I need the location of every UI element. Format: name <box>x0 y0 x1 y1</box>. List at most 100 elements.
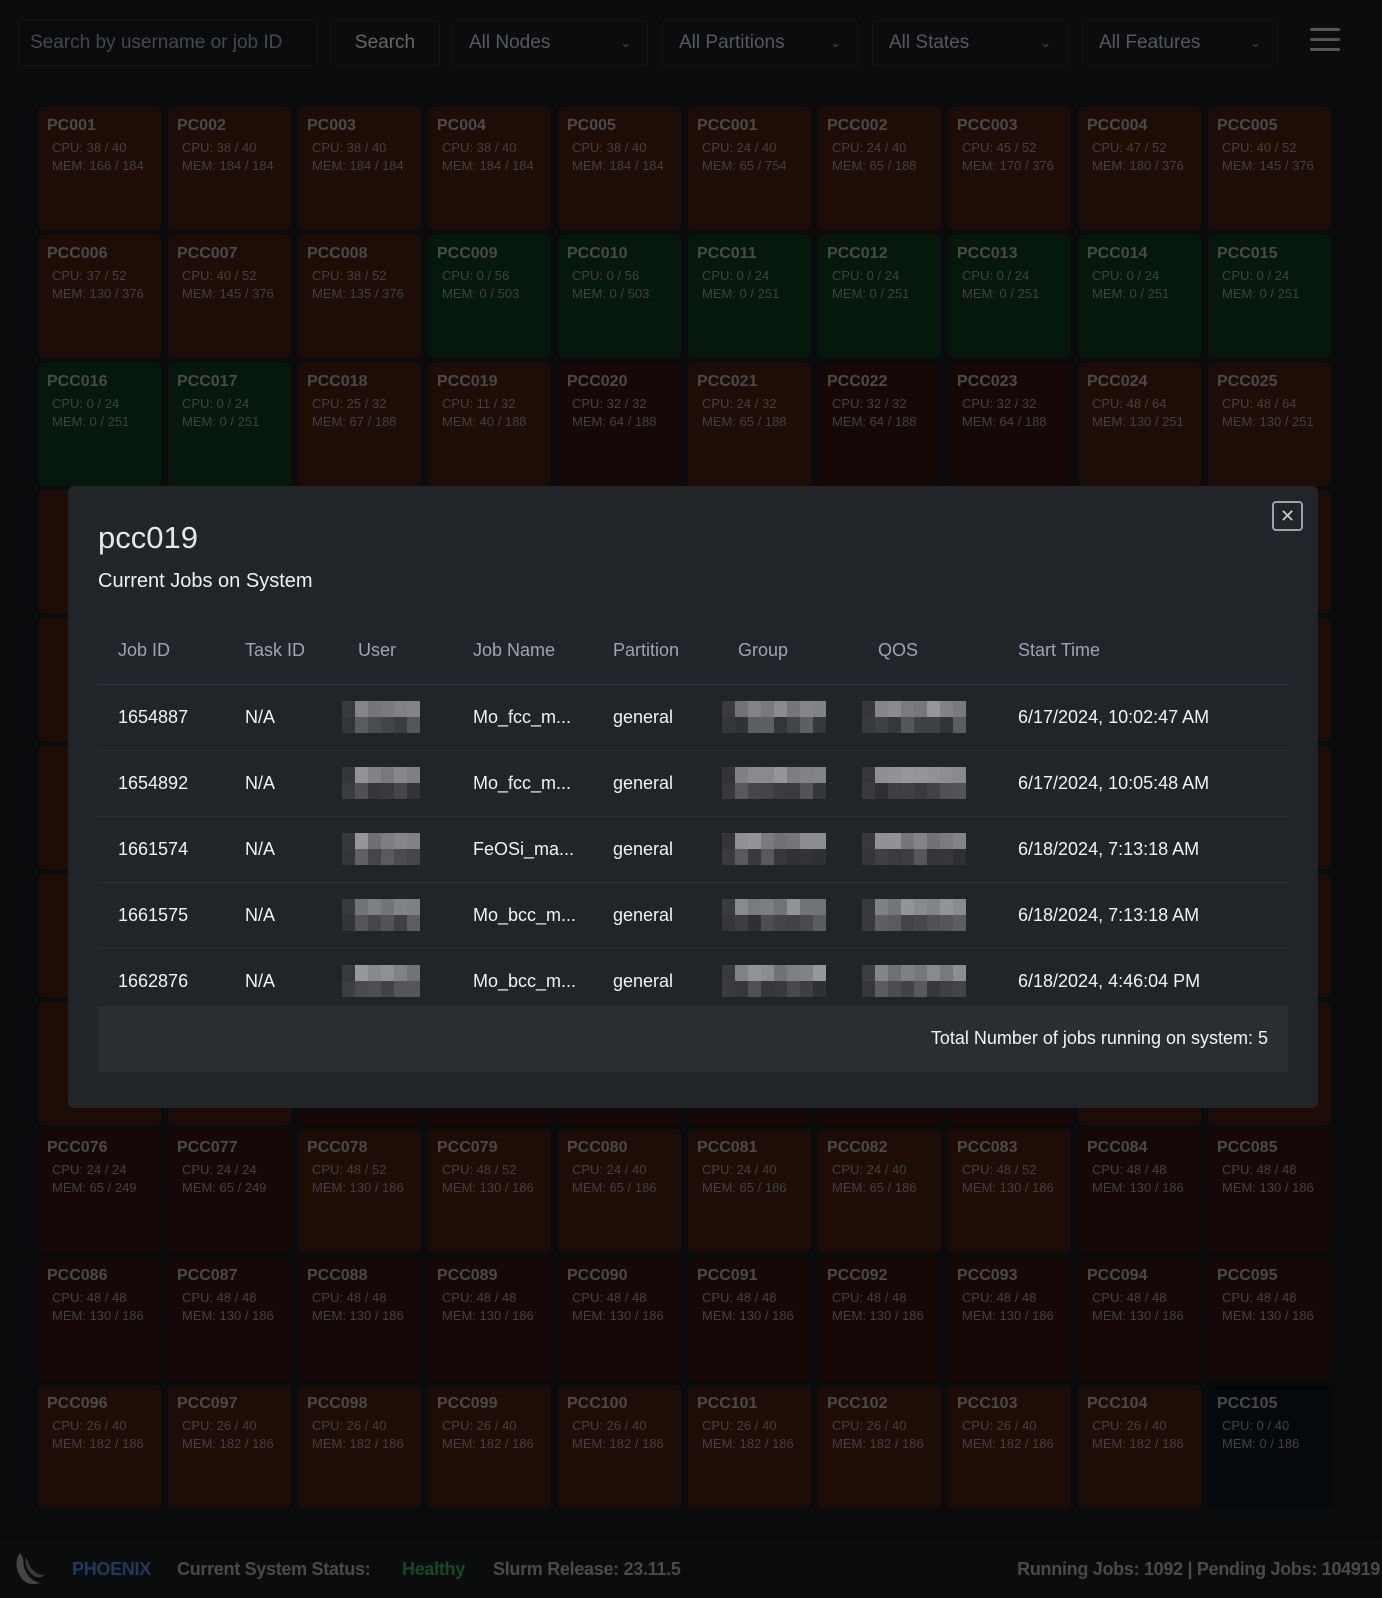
node-tile[interactable]: PCC004 CPU: 47 / 52 MEM: 180 / 376 <box>1078 107 1201 230</box>
node-tile[interactable]: PCC094 CPU: 48 / 48 MEM: 130 / 186 <box>1078 1257 1201 1381</box>
node-tile[interactable]: PCC003 CPU: 45 / 52 MEM: 170 / 376 <box>948 107 1071 230</box>
node-tile[interactable]: PCC086 CPU: 48 / 48 MEM: 130 / 186 <box>38 1257 161 1381</box>
node-tile[interactable]: PCC100 CPU: 26 / 40 MEM: 182 / 186 <box>558 1385 681 1508</box>
node-tile[interactable]: PCC016 CPU: 0 / 24 MEM: 0 / 251 <box>38 362 161 486</box>
column-header[interactable]: Start Time <box>998 618 1288 685</box>
job-id: 1661575 <box>98 882 225 949</box>
node-tile[interactable]: PCC096 CPU: 26 / 40 MEM: 182 / 186 <box>38 1385 161 1508</box>
node-tile[interactable]: PCC089 CPU: 48 / 48 MEM: 130 / 186 <box>428 1257 551 1381</box>
node-tile[interactable]: PCC024 CPU: 48 / 64 MEM: 130 / 251 <box>1078 362 1201 486</box>
node-tile[interactable]: PC004 CPU: 38 / 40 MEM: 184 / 184 <box>428 107 551 230</box>
node-tile[interactable]: PCC005 CPU: 40 / 52 MEM: 145 / 376 <box>1208 107 1331 230</box>
node-cpu: CPU: 38 / 40 <box>442 140 517 155</box>
node-tile[interactable]: PCC022 CPU: 32 / 32 MEM: 64 / 188 <box>818 362 941 486</box>
modal-subtitle: Current Jobs on System <box>98 570 313 592</box>
node-tile[interactable]: PCC008 CPU: 38 / 52 MEM: 135 / 376 <box>298 234 421 358</box>
states-filter-select[interactable]: All States ⌄ <box>872 20 1068 66</box>
node-cpu: CPU: 48 / 48 <box>1092 1162 1167 1178</box>
node-tile[interactable]: PCC018 CPU: 25 / 32 MEM: 67 / 188 <box>298 362 421 486</box>
node-tile[interactable]: PCC083 CPU: 48 / 52 MEM: 130 / 186 <box>948 1129 1071 1253</box>
job-id: 1654892 <box>98 750 225 817</box>
node-cpu: CPU: 24 / 40 <box>702 1162 777 1178</box>
node-tile[interactable]: PC003 CPU: 38 / 40 MEM: 184 / 184 <box>298 107 421 230</box>
node-tile[interactable]: PCC007 CPU: 40 / 52 MEM: 145 / 376 <box>168 234 291 358</box>
column-header[interactable]: QOS <box>858 618 998 685</box>
node-tile[interactable]: PCC013 CPU: 0 / 24 MEM: 0 / 251 <box>948 234 1071 358</box>
node-cpu: CPU: 48 / 48 <box>312 1290 387 1306</box>
user-cell <box>338 684 453 751</box>
node-tile[interactable]: PCC097 CPU: 26 / 40 MEM: 182 / 186 <box>168 1385 291 1508</box>
node-cpu: CPU: 24 / 24 <box>52 1162 127 1178</box>
table-row[interactable]: 1661574 N/A FeOSi_ma... general 6/18/2024, 7… <box>98 816 1288 883</box>
node-tile[interactable]: PCC025 CPU: 48 / 64 MEM: 130 / 251 <box>1208 362 1331 486</box>
column-header[interactable]: Job ID <box>98 618 225 685</box>
node-tile[interactable]: PCC011 CPU: 0 / 24 MEM: 0 / 251 <box>688 234 811 358</box>
node-name: PCC011 <box>697 244 757 262</box>
node-tile[interactable]: PCC081 CPU: 24 / 40 MEM: 65 / 186 <box>688 1129 811 1253</box>
table-row[interactable]: 1654887 N/A Mo_fcc_m... general 6/17/2024, 1… <box>98 684 1288 751</box>
node-tile[interactable]: PCC078 CPU: 48 / 52 MEM: 130 / 186 <box>298 1129 421 1253</box>
node-tile[interactable]: PCC091 CPU: 48 / 48 MEM: 130 / 186 <box>688 1257 811 1381</box>
table-row[interactable]: 1662876 N/A Mo_bcc_m... general 6/18/2024, 4… <box>98 948 1288 1015</box>
table-row[interactable]: 1661575 N/A Mo_bcc_m... general 6/18/2024, 7… <box>98 882 1288 949</box>
close-button[interactable]: ✕ <box>1272 501 1303 531</box>
node-mem: MEM: 65 / 249 <box>52 1180 137 1196</box>
node-tile[interactable]: PCC099 CPU: 26 / 40 MEM: 182 / 186 <box>428 1385 551 1508</box>
node-tile[interactable]: PCC092 CPU: 48 / 48 MEM: 130 / 186 <box>818 1257 941 1381</box>
column-header[interactable]: User <box>338 618 453 685</box>
node-tile[interactable]: PCC076 CPU: 24 / 24 MEM: 65 / 249 <box>38 1129 161 1253</box>
nodes-filter-select[interactable]: All Nodes ⌄ <box>452 20 648 66</box>
node-tile[interactable]: PCC012 CPU: 0 / 24 MEM: 0 / 251 <box>818 234 941 358</box>
node-tile[interactable]: PCC079 CPU: 48 / 52 MEM: 130 / 186 <box>428 1129 551 1253</box>
node-tile[interactable]: PCC080 CPU: 24 / 40 MEM: 65 / 186 <box>558 1129 681 1253</box>
node-tile[interactable]: PCC095 CPU: 48 / 48 MEM: 130 / 186 <box>1208 1257 1331 1381</box>
node-tile[interactable]: PCC010 CPU: 0 / 56 MEM: 0 / 503 <box>558 234 681 358</box>
node-tile[interactable]: PCC019 CPU: 11 / 32 MEM: 40 / 188 <box>428 362 551 486</box>
node-cpu: CPU: 48 / 48 <box>1092 1290 1167 1306</box>
node-tile[interactable]: PCC090 CPU: 48 / 48 MEM: 130 / 186 <box>558 1257 681 1381</box>
table-row[interactable]: 1654892 N/A Mo_fcc_m... general 6/17/2024, 1… <box>98 750 1288 817</box>
column-header[interactable]: Task ID <box>225 618 338 685</box>
redacted-group <box>722 767 858 799</box>
node-tile[interactable]: PCC014 CPU: 0 / 24 MEM: 0 / 251 <box>1078 234 1201 358</box>
node-name: PCC002 <box>827 117 888 134</box>
node-tile[interactable]: PCC077 CPU: 24 / 24 MEM: 65 / 249 <box>168 1129 291 1253</box>
node-name: PCC018 <box>307 372 368 390</box>
column-header[interactable]: Group <box>718 618 858 685</box>
features-filter-select[interactable]: All Features ⌄ <box>1082 20 1278 66</box>
node-tile[interactable]: PCC093 CPU: 48 / 48 MEM: 130 / 186 <box>948 1257 1071 1381</box>
node-tile[interactable]: PCC084 CPU: 48 / 48 MEM: 130 / 186 <box>1078 1129 1201 1253</box>
node-cpu: CPU: 32 / 32 <box>572 395 647 411</box>
node-tile[interactable]: PCC002 CPU: 24 / 40 MEM: 65 / 188 <box>818 107 941 230</box>
node-tile[interactable]: PCC015 CPU: 0 / 24 MEM: 0 / 251 <box>1208 234 1331 358</box>
node-tile[interactable]: PCC017 CPU: 0 / 24 MEM: 0 / 251 <box>168 362 291 486</box>
node-tile[interactable]: PCC087 CPU: 48 / 48 MEM: 130 / 186 <box>168 1257 291 1381</box>
node-tile[interactable]: PC002 CPU: 38 / 40 MEM: 184 / 184 <box>168 107 291 230</box>
node-tile[interactable]: PCC105 CPU: 0 / 40 MEM: 0 / 186 <box>1208 1385 1331 1508</box>
node-tile[interactable]: PCC098 CPU: 26 / 40 MEM: 182 / 186 <box>298 1385 421 1508</box>
search-button[interactable]: Search <box>330 20 440 66</box>
node-tile[interactable]: PCC085 CPU: 48 / 48 MEM: 130 / 186 <box>1208 1129 1331 1253</box>
node-tile[interactable]: PCC082 CPU: 24 / 40 MEM: 65 / 186 <box>818 1129 941 1253</box>
node-name: PCC016 <box>47 372 108 390</box>
task-id: N/A <box>225 948 338 1015</box>
node-tile[interactable]: PCC009 CPU: 0 / 56 MEM: 0 / 503 <box>428 234 551 358</box>
node-tile[interactable]: PCC023 CPU: 32 / 32 MEM: 64 / 188 <box>948 362 1071 486</box>
node-name: PCC001 <box>697 117 758 134</box>
node-tile[interactable]: PCC088 CPU: 48 / 48 MEM: 130 / 186 <box>298 1257 421 1381</box>
node-tile[interactable]: PCC001 CPU: 24 / 40 MEM: 65 / 754 <box>688 107 811 230</box>
column-header[interactable]: Job Name <box>453 618 593 685</box>
hamburger-icon[interactable] <box>1310 28 1340 52</box>
node-tile[interactable]: PC005 CPU: 38 / 40 MEM: 184 / 184 <box>558 107 681 230</box>
node-tile[interactable]: PCC102 CPU: 26 / 40 MEM: 182 / 186 <box>818 1385 941 1508</box>
search-input[interactable] <box>18 20 318 66</box>
node-tile[interactable]: PCC020 CPU: 32 / 32 MEM: 64 / 188 <box>558 362 681 486</box>
node-tile[interactable]: PCC021 CPU: 24 / 32 MEM: 65 / 188 <box>688 362 811 486</box>
column-header[interactable]: Partition <box>593 618 718 685</box>
partitions-filter-select[interactable]: All Partitions ⌄ <box>662 20 858 66</box>
node-tile[interactable]: PC001 CPU: 38 / 40 MEM: 166 / 184 <box>38 107 161 230</box>
node-tile[interactable]: PCC104 CPU: 26 / 40 MEM: 182 / 186 <box>1078 1385 1201 1508</box>
node-tile[interactable]: PCC006 CPU: 37 / 52 MEM: 130 / 376 <box>38 234 161 358</box>
node-tile[interactable]: PCC103 CPU: 26 / 40 MEM: 182 / 186 <box>948 1385 1071 1508</box>
node-tile[interactable]: PCC101 CPU: 26 / 40 MEM: 182 / 186 <box>688 1385 811 1508</box>
